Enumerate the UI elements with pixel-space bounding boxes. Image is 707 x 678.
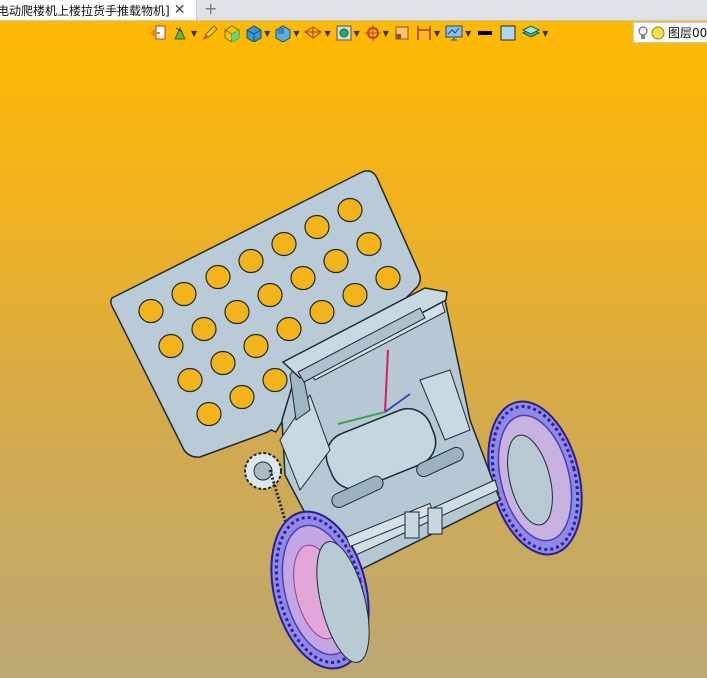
- plate-hole: [196, 401, 222, 427]
- tab-bar: 电动爬楼机上楼拉货手推载物机] ✕ +: [0, 0, 707, 21]
- plate-hole: [171, 281, 197, 307]
- plate-hole: [262, 367, 288, 393]
- hand-truck-model[interactable]: [0, 21, 707, 678]
- plate-hole: [229, 384, 255, 410]
- plate-hole: [158, 333, 184, 359]
- plate-hole: [205, 264, 231, 290]
- plate-hole: [342, 282, 368, 308]
- plate-hole: [309, 299, 335, 325]
- plate-hole: [224, 299, 250, 325]
- close-tab-icon[interactable]: ✕: [174, 2, 186, 18]
- document-tab-title: 电动爬楼机上楼拉货手推载物机]: [0, 3, 170, 18]
- plate-hole: [243, 333, 269, 359]
- plate-hole: [238, 248, 264, 274]
- plate-hole: [323, 248, 349, 274]
- plate-hole: [276, 316, 302, 342]
- plate-hole: [138, 298, 164, 324]
- sprocket: [244, 452, 282, 490]
- plate-hole: [271, 231, 297, 257]
- plate-hole: [375, 265, 401, 291]
- plate-hole: [337, 197, 363, 223]
- 3d-viewport[interactable]: ▼ ▼ ▼ ▼ ▼ ▼ ▼ ▼ ▼ 图层00: [0, 21, 707, 678]
- plate-hole: [177, 367, 203, 393]
- document-tab[interactable]: 电动爬楼机上楼拉货手推载物机] ✕: [0, 0, 197, 20]
- new-tab-icon[interactable]: +: [204, 0, 217, 18]
- plate-hole: [290, 265, 316, 291]
- plate-hole: [356, 231, 382, 257]
- plate-hole: [304, 214, 330, 240]
- plate-hole: [257, 282, 283, 308]
- plate-hole: [210, 350, 236, 376]
- plate-hole: [191, 316, 217, 342]
